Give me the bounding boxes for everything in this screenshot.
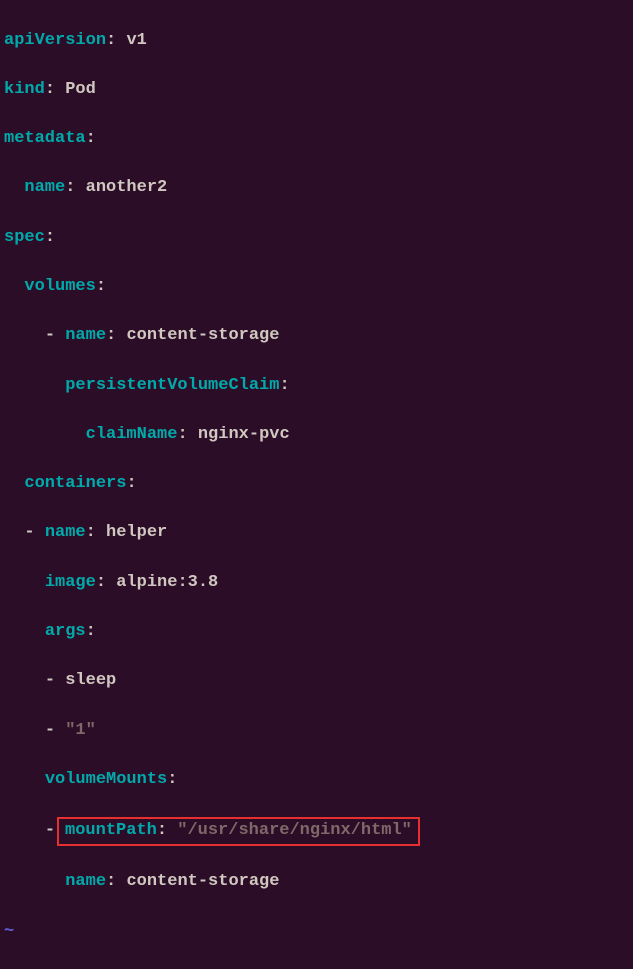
- code-line: metadata:: [4, 127, 633, 152]
- yaml-value: content-storage: [126, 326, 279, 345]
- code-line: volumeMounts:: [4, 768, 633, 793]
- yaml-key: name: [65, 326, 106, 345]
- code-line: kind: Pod: [4, 78, 633, 103]
- yaml-value: "/usr/share/nginx/html": [177, 821, 412, 840]
- yaml-key: volumeMounts: [45, 770, 167, 789]
- yaml-key: containers: [24, 474, 126, 493]
- yaml-value: sleep: [65, 671, 116, 690]
- code-line: args:: [4, 620, 633, 645]
- yaml-key: image: [45, 573, 96, 592]
- code-line: apiVersion: v1: [4, 29, 633, 54]
- yaml-key: apiVersion: [4, 31, 106, 50]
- yaml-key: claimName: [86, 425, 178, 444]
- yaml-value: helper: [106, 523, 167, 542]
- code-line: - sleep: [4, 669, 633, 694]
- filler-line: ~: [4, 920, 633, 945]
- yaml-key: spec: [4, 228, 45, 247]
- yaml-key: name: [45, 523, 86, 542]
- code-line: - name: helper: [4, 521, 633, 546]
- code-line: image: alpine:3.8: [4, 571, 633, 596]
- yaml-key: kind: [4, 80, 45, 99]
- code-line: name: another2: [4, 176, 633, 201]
- yaml-key: volumes: [24, 277, 95, 296]
- yaml-key: metadata: [4, 129, 86, 148]
- code-line: containers:: [4, 472, 633, 497]
- code-line: -mountPath: "/usr/share/nginx/html": [4, 817, 633, 846]
- yaml-key: name: [65, 872, 106, 891]
- yaml-value: v1: [126, 31, 146, 50]
- code-line: - "1": [4, 719, 633, 744]
- code-editor: apiVersion: v1 kind: Pod metadata: name:…: [0, 0, 633, 969]
- yaml-key: persistentVolumeClaim: [65, 376, 279, 395]
- yaml-value: Pod: [65, 80, 96, 99]
- code-line: volumes:: [4, 275, 633, 300]
- tilde-marker: ~: [4, 922, 14, 941]
- yaml-key: args: [45, 622, 86, 641]
- yaml-key: name: [24, 178, 65, 197]
- yaml-value: alpine:3.8: [116, 573, 218, 592]
- yaml-value: content-storage: [126, 872, 279, 891]
- yaml-value: another2: [86, 178, 168, 197]
- code-line: - name: content-storage: [4, 324, 633, 349]
- highlight-box: mountPath: "/usr/share/nginx/html": [57, 817, 420, 846]
- code-line: name: content-storage: [4, 870, 633, 895]
- yaml-value: nginx-pvc: [198, 425, 290, 444]
- yaml-key: mountPath: [65, 821, 157, 840]
- code-line: claimName: nginx-pvc: [4, 423, 633, 448]
- code-line: persistentVolumeClaim:: [4, 374, 633, 399]
- code-line: spec:: [4, 226, 633, 251]
- yaml-value: "1": [65, 721, 96, 740]
